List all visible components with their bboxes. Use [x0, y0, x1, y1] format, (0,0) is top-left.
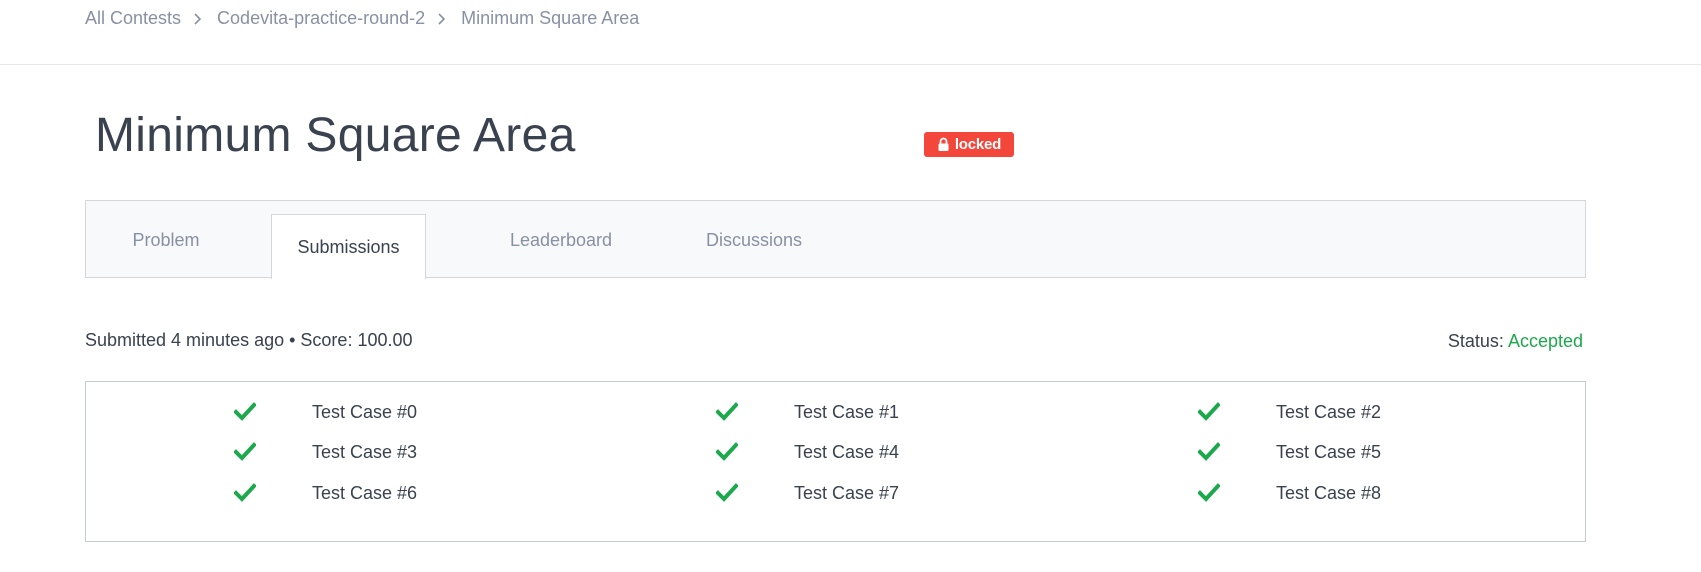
test-case-8[interactable]: Test Case #8 — [1198, 478, 1381, 508]
check-icon — [1198, 402, 1220, 421]
check-icon — [234, 483, 256, 502]
tab-leaderboard[interactable]: Leaderboard — [496, 201, 626, 279]
status-label: Status: — [1447, 331, 1504, 351]
breadcrumb: All Contests Codevita-practice-round-2 M… — [85, 8, 639, 29]
check-icon — [234, 402, 256, 421]
status-value: Accepted — [1507, 331, 1583, 351]
test-case-label: Test Case #5 — [1276, 441, 1382, 462]
test-case-2[interactable]: Test Case #2 — [1198, 397, 1381, 427]
test-case-7[interactable]: Test Case #7 — [716, 478, 899, 508]
tabs-panel: Problem Submissions Leaderboard Discussi… — [85, 200, 1586, 279]
test-case-0[interactable]: Test Case #0 — [234, 397, 417, 427]
chevron-right-icon — [194, 12, 202, 25]
page-title: Minimum Square Area — [95, 109, 576, 162]
test-case-label: Test Case #2 — [1276, 401, 1382, 422]
chevron-right-icon — [438, 12, 446, 25]
test-case-3[interactable]: Test Case #3 — [234, 437, 417, 467]
test-case-label: Test Case #3 — [312, 441, 418, 462]
check-icon — [1198, 442, 1220, 461]
test-case-label: Test Case #8 — [1276, 482, 1382, 503]
tab-discussions[interactable]: Discussions — [694, 201, 814, 279]
breadcrumb-all-contests[interactable]: All Contests — [85, 8, 181, 29]
locked-badge-label: locked — [954, 136, 1002, 153]
breadcrumb-bar: All Contests Codevita-practice-round-2 M… — [0, 0, 1701, 65]
tab-problem[interactable]: Problem — [126, 201, 206, 279]
test-case-label: Test Case #7 — [794, 482, 900, 503]
test-case-4[interactable]: Test Case #4 — [716, 437, 899, 467]
submission-status: Status: Accepted — [1448, 331, 1583, 352]
lock-icon — [938, 137, 949, 151]
breadcrumb-contest[interactable]: Codevita-practice-round-2 — [217, 8, 425, 29]
check-icon — [716, 442, 738, 461]
breadcrumb-current: Minimum Square Area — [461, 8, 640, 28]
test-case-5[interactable]: Test Case #5 — [1198, 437, 1381, 467]
test-cases-panel: Test Case #0 Test Case #1 Test Case #2 T… — [85, 381, 1586, 542]
test-case-1[interactable]: Test Case #1 — [716, 397, 899, 427]
test-case-label: Test Case #4 — [794, 441, 900, 462]
check-icon — [234, 442, 256, 461]
tab-submissions[interactable]: Submissions — [271, 214, 426, 279]
check-icon — [716, 483, 738, 502]
test-case-label: Test Case #6 — [312, 482, 418, 503]
test-case-label: Test Case #0 — [312, 401, 418, 422]
check-icon — [1198, 483, 1220, 502]
locked-badge: locked — [924, 132, 1014, 157]
submission-summary: Submitted 4 minutes ago • Score: 100.00 — [85, 330, 413, 350]
check-icon — [716, 402, 738, 421]
test-case-label: Test Case #1 — [794, 401, 900, 422]
test-case-6[interactable]: Test Case #6 — [234, 478, 417, 508]
